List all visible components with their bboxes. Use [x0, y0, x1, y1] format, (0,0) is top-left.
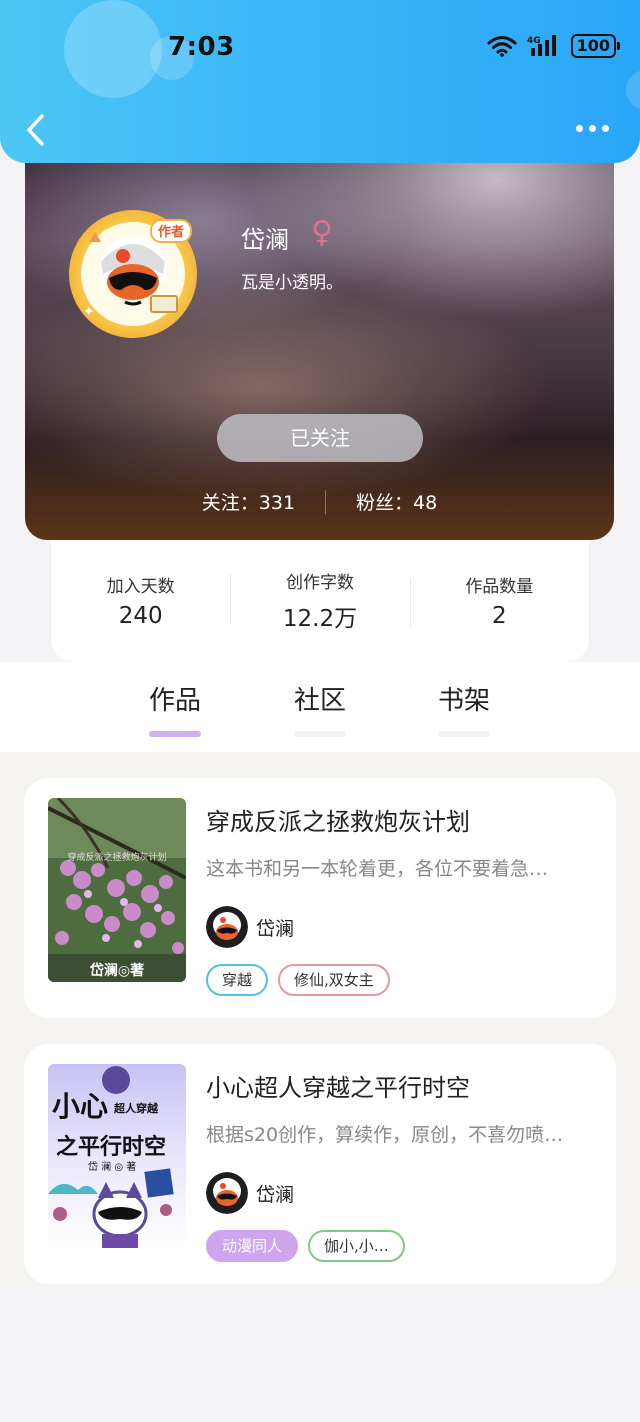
author-name: 岱澜 — [256, 917, 295, 940]
book-description: 根据s20创作，算续作，原创，不喜勿喷… — [206, 1124, 564, 1146]
more-icon-dot — [576, 124, 583, 132]
book-tags: 穿越 修仙,双女主 — [206, 964, 390, 996]
book-card[interactable]: 小心 超人穿越 之平行时空 岱 澜 ◎ 著 小心超人穿越之平行时空 根据s20创… — [24, 1044, 616, 1284]
author-avatar-small — [206, 906, 248, 948]
stat-value: 240 — [118, 602, 163, 629]
cover-title-side: 超人穿越 — [113, 1101, 159, 1115]
app-header: 7:03 4G 100 — [0, 0, 640, 163]
more-button[interactable] — [576, 118, 612, 138]
tab-indicator — [438, 731, 490, 737]
stat-label: 创作字数 — [285, 572, 354, 593]
back-arrow-icon — [27, 114, 44, 146]
female-icon: ♀ — [311, 215, 333, 250]
battery-icon: 100 — [570, 34, 621, 58]
cover-title-line2: 之平行时空 — [56, 1134, 166, 1160]
stat-label: 作品数量 — [465, 576, 534, 597]
book-title: 小心超人穿越之平行时空 — [206, 1074, 470, 1102]
author-avatar[interactable]: 作者 ✦ ✦ — [65, 206, 201, 342]
stat-value: 12.2万 — [282, 605, 358, 632]
tab-works[interactable]: 作品 — [135, 680, 215, 737]
decorative-bubble — [626, 70, 640, 110]
wifi-icon — [487, 36, 517, 57]
book-description: 这本书和另一本轮着更，各位不要着急… — [206, 858, 549, 880]
stat-works-count: 作品数量 2 — [409, 572, 589, 629]
tag[interactable]: 伽小,小… — [308, 1230, 405, 1262]
book-tags: 动漫同人 伽小,小… — [206, 1230, 405, 1262]
book-title: 穿成反派之拯救炮灰计划 — [206, 808, 470, 836]
profile-card: 作者 ✦ ✦ 岱澜 ♀ 瓦是小透明。 已关注 关注：331 粉丝：48 — [25, 140, 614, 540]
follow-button[interactable]: 已关注 — [217, 414, 423, 462]
tag[interactable]: 修仙,双女主 — [278, 964, 390, 996]
book-author[interactable]: 岱澜 — [206, 1172, 294, 1214]
tag[interactable]: 穿越 — [206, 964, 269, 996]
tab-community[interactable]: 社区 — [280, 680, 360, 737]
status-time: 7:03 — [168, 32, 235, 62]
works-list: 穿成反派之拯救炮灰计划 岱澜◎著 穿成反派之拯救炮灰计划 这本书和另一本轮着更，… — [0, 752, 640, 1284]
tab-label: 书架 — [437, 686, 490, 716]
book-cover[interactable]: 穿成反派之拯救炮灰计划 岱澜◎著 — [48, 798, 186, 982]
back-button[interactable] — [22, 112, 52, 148]
book-cover[interactable]: 小心 超人穿越 之平行时空 岱 澜 ◎ 著 — [48, 1064, 186, 1248]
tag[interactable]: 动漫同人 — [206, 1230, 299, 1262]
cover-author: 岱澜◎著 — [89, 962, 144, 979]
fans-count[interactable]: 粉丝：48 — [356, 488, 437, 515]
author-nickname: 岱澜 — [241, 226, 289, 254]
stat-label: 加入天数 — [106, 576, 175, 597]
tab-label: 作品 — [148, 686, 201, 716]
svg-text:✦: ✦ — [83, 304, 95, 320]
book-card[interactable]: 穿成反派之拯救炮灰计划 岱澜◎著 穿成反派之拯救炮灰计划 这本书和另一本轮着更，… — [24, 778, 616, 1018]
tab-indicator — [294, 731, 346, 737]
follow-counts: 关注：331 粉丝：48 — [25, 488, 614, 515]
author-name: 岱澜 — [256, 1183, 295, 1206]
signal-icon: 4G — [527, 35, 556, 56]
author-badge-label: 作者 — [158, 224, 184, 240]
tab-indicator — [149, 731, 201, 737]
decorative-bubble — [64, 0, 162, 98]
following-count[interactable]: 关注：331 — [202, 488, 295, 515]
more-icon-dot — [589, 124, 596, 132]
cover-subtitle: 穿成反派之拯救炮灰计划 — [67, 851, 166, 863]
cover-title-main: 小心 — [52, 1090, 108, 1123]
more-icon-dot — [602, 124, 609, 132]
author-avatar-small — [206, 1172, 248, 1214]
tab-bookshelf[interactable]: 书架 — [424, 680, 504, 737]
profile-tabs: 作品 社区 书架 — [0, 662, 640, 752]
stat-word-count: 创作字数 12.2万 — [230, 568, 409, 633]
stat-join-days: 加入天数 240 — [51, 572, 230, 629]
divider — [325, 489, 327, 514]
svg-text:✦: ✦ — [175, 265, 185, 279]
tab-label: 社区 — [293, 686, 346, 716]
author-bio: 瓦是小透明。 — [241, 273, 343, 293]
cover-credit: 岱 澜 ◎ 著 — [88, 1160, 136, 1173]
stat-value: 2 — [492, 602, 507, 629]
book-author[interactable]: 岱澜 — [206, 906, 294, 948]
status-icons: 4G 100 — [487, 34, 621, 58]
author-stats: 加入天数 240 创作字数 12.2万 作品数量 2 — [51, 538, 589, 662]
